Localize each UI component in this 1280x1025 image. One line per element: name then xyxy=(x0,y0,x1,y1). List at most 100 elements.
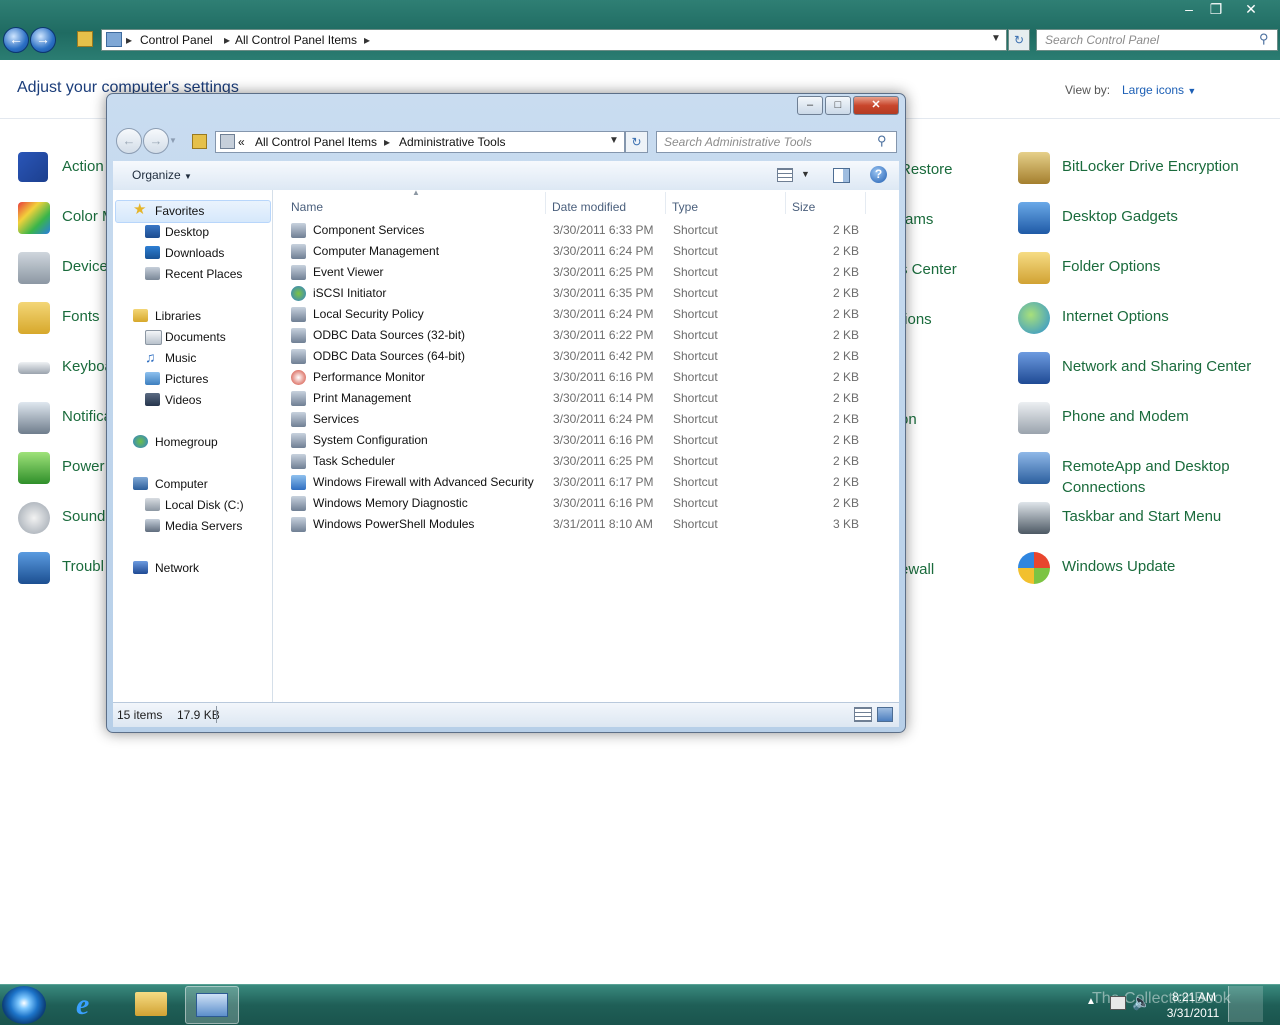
shortcut-icon xyxy=(291,370,306,385)
chevron-down-icon[interactable]: ▼ xyxy=(991,33,1001,44)
bg-address-bar[interactable]: ▸ Control Panel ▸ All Control Panel Item… xyxy=(101,29,1007,51)
bg-forward-button[interactable]: → xyxy=(30,27,56,53)
file-row[interactable]: iSCSI Initiator 3/30/2011 6:35 PM Shortcut… xyxy=(289,283,889,304)
refresh-button[interactable]: ↻ xyxy=(625,131,648,153)
back-button[interactable]: ← xyxy=(116,128,142,154)
large-icons-view-icon[interactable] xyxy=(877,707,893,722)
maximize-button[interactable]: □ xyxy=(825,96,851,115)
action-center-flag-icon[interactable] xyxy=(1110,996,1126,1010)
address-crumb-admin-tools[interactable]: Administrative Tools xyxy=(399,135,506,149)
taskbar-internet-explorer[interactable]: e xyxy=(64,986,116,1022)
column-divider[interactable] xyxy=(545,192,546,214)
close-button[interactable]: ✕ xyxy=(853,96,899,115)
file-row[interactable]: Services 3/30/2011 6:24 PM Shortcut 2 KB xyxy=(289,409,889,430)
file-row[interactable]: ODBC Data Sources (32-bit) 3/30/2011 6:22… xyxy=(289,325,889,346)
file-row[interactable]: Task Scheduler 3/30/2011 6:25 PM Shortcut 2… xyxy=(289,451,889,472)
file-row[interactable]: Windows Memory Diagnostic 3/30/2011 6:16 … xyxy=(289,493,889,514)
file-size: 2 KB xyxy=(832,328,859,342)
search-input[interactable]: Search Administrative Tools ⚲ xyxy=(656,131,897,153)
overflow-chevron-icon[interactable]: « xyxy=(238,135,245,149)
nav-computer[interactable]: Computer xyxy=(155,477,208,491)
nav-network[interactable]: Network xyxy=(155,561,199,575)
view-by-value[interactable]: Large icons xyxy=(1122,83,1184,97)
shortcut-icon xyxy=(291,517,306,532)
file-row[interactable]: Local Security Policy 3/30/2011 6:24 PM Sh… xyxy=(289,304,889,325)
taskbar-windows-explorer[interactable] xyxy=(125,986,177,1022)
show-desktop-button[interactable] xyxy=(1228,986,1263,1022)
file-row[interactable]: System Configuration 3/30/2011 6:16 PM Sho… xyxy=(289,430,889,451)
file-row[interactable]: Print Management 3/30/2011 6:14 PM Shortcu… xyxy=(289,388,889,409)
bg-search-input[interactable]: Search Control Panel ⚲ xyxy=(1036,29,1278,51)
views-icon[interactable] xyxy=(777,168,793,182)
bg-back-button[interactable]: ← xyxy=(3,27,29,53)
bg-close-button[interactable]: ✕ xyxy=(1238,0,1264,20)
clock-date[interactable]: 3/31/2011 xyxy=(1160,1006,1226,1020)
file-row[interactable]: Computer Management 3/30/2011 6:24 PM Shor… xyxy=(289,241,889,262)
bg-restore-button[interactable]: ❐ xyxy=(1203,0,1229,20)
clock-time[interactable]: 8:21 AM xyxy=(1164,990,1224,1004)
file-date: 3/30/2011 6:17 PM xyxy=(553,475,654,489)
file-size: 2 KB xyxy=(832,286,859,300)
nav-downloads[interactable]: Downloads xyxy=(165,246,224,260)
file-row[interactable]: Event Viewer 3/30/2011 6:25 PM Shortcut 2 K… xyxy=(289,262,889,283)
bg-minimize-button[interactable]: – xyxy=(1176,0,1202,20)
forward-button[interactable]: → xyxy=(143,128,169,154)
column-header-size[interactable]: Size xyxy=(792,200,815,214)
nav-pictures[interactable]: Pictures xyxy=(165,372,208,386)
nav-media-servers[interactable]: Media Servers xyxy=(165,519,242,533)
column-header-name[interactable]: Name xyxy=(291,200,323,214)
nav-documents[interactable]: Documents xyxy=(165,330,226,344)
organize-menu-button[interactable]: Organize ▼ xyxy=(132,168,192,182)
up-folder-icon[interactable] xyxy=(77,31,93,47)
file-name: ODBC Data Sources (32-bit) xyxy=(313,328,466,342)
lock-key-icon xyxy=(1018,152,1050,184)
details-view-icon[interactable] xyxy=(854,707,872,722)
search-icon[interactable]: ⚲ xyxy=(877,133,887,149)
address-crumb-all-items[interactable]: All Control Panel Items xyxy=(255,135,377,149)
minimize-button[interactable]: – xyxy=(797,96,823,115)
desktop-icon xyxy=(145,225,160,238)
control-panel-icon xyxy=(196,993,228,1017)
chevron-down-icon[interactable]: ▼ xyxy=(801,169,810,179)
search-icon[interactable]: ⚲ xyxy=(1259,31,1269,47)
view-by-dropdown[interactable]: Large icons ▼ xyxy=(1122,83,1196,97)
column-divider[interactable] xyxy=(785,192,786,214)
nav-recent-places[interactable]: Recent Places xyxy=(165,267,242,281)
nav-libraries[interactable]: Libraries xyxy=(155,309,201,323)
shortcut-icon xyxy=(291,391,306,406)
file-row[interactable]: Windows Firewall with Advanced Security 3… xyxy=(289,472,889,493)
nav-music[interactable]: Music xyxy=(165,351,196,365)
file-name: iSCSI Initiator xyxy=(313,286,387,300)
column-header-type[interactable]: Type xyxy=(672,200,698,214)
file-row[interactable]: Windows PowerShell Modules 3/31/2011 8:10… xyxy=(289,514,889,535)
nav-local-disk[interactable]: Local Disk (C:) xyxy=(165,498,244,512)
file-date: 3/30/2011 6:25 PM xyxy=(553,265,654,279)
recent-pages-chevron-icon[interactable]: ▼ xyxy=(169,136,177,145)
file-row[interactable]: Performance Monitor 3/30/2011 6:16 PM Shor… xyxy=(289,367,889,388)
start-button[interactable] xyxy=(2,986,46,1024)
nav-homegroup[interactable]: Homegroup xyxy=(155,435,218,449)
star-icon: ★ xyxy=(133,201,147,218)
address-bar[interactable]: « All Control Panel Items ▸ Administrati… xyxy=(215,131,625,153)
file-row[interactable]: Component Services 3/30/2011 6:33 PM Short… xyxy=(289,220,889,241)
bg-refresh-button[interactable]: ↻ xyxy=(1008,29,1030,51)
address-crumb-control-panel[interactable]: Control Panel xyxy=(140,33,213,47)
volume-icon[interactable]: 🔈 xyxy=(1132,993,1151,1011)
taskbar-control-panel[interactable] xyxy=(185,986,239,1024)
show-hidden-icons-icon[interactable]: ▲ xyxy=(1086,996,1096,1007)
preview-pane-icon[interactable] xyxy=(833,168,850,183)
nav-favorites[interactable]: Favorites xyxy=(155,204,204,218)
file-name: Windows Memory Diagnostic xyxy=(313,496,468,510)
chevron-down-icon[interactable]: ▼ xyxy=(609,135,619,146)
column-divider[interactable] xyxy=(865,192,866,214)
column-header-date[interactable]: Date modified xyxy=(552,200,626,214)
nav-videos[interactable]: Videos xyxy=(165,393,201,407)
column-divider[interactable] xyxy=(665,192,666,214)
nav-desktop[interactable]: Desktop xyxy=(165,225,209,239)
flag-icon xyxy=(18,152,48,182)
file-row[interactable]: ODBC Data Sources (64-bit) 3/30/2011 6:42… xyxy=(289,346,889,367)
help-icon[interactable]: ? xyxy=(870,166,887,183)
address-crumb-all-items[interactable]: All Control Panel Items xyxy=(235,33,357,47)
shortcut-icon xyxy=(291,496,306,511)
up-folder-icon[interactable] xyxy=(192,134,207,149)
